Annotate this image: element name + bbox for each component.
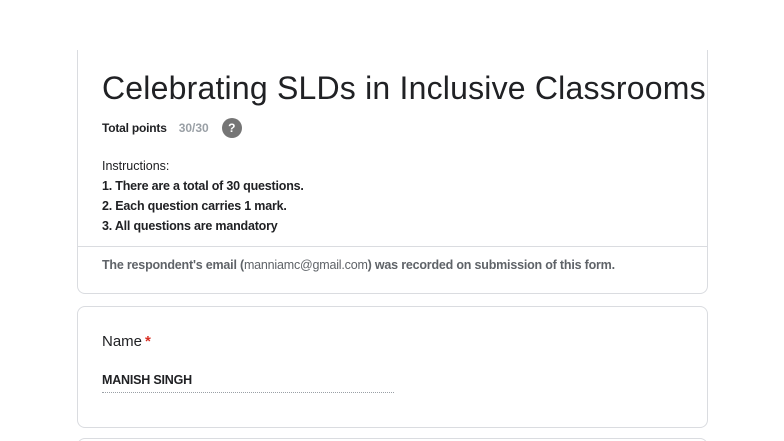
question-title: Name xyxy=(102,333,143,350)
respondent-email: manniamc@gmail.com xyxy=(243,258,368,272)
instruction-item: 2. Each question carries 1 mark. xyxy=(102,199,287,213)
email-note-prefix: The respondent's email ( xyxy=(102,258,244,272)
total-points-label: Total points xyxy=(102,121,167,135)
email-note-suffix: ) was recorded on submission of this for… xyxy=(367,258,615,272)
total-points-row: Total points 30/30 ? xyxy=(102,118,242,138)
instruction-item: 1. There are a total of 30 questions. xyxy=(102,179,304,193)
required-asterisk: * xyxy=(145,333,151,350)
header-divider xyxy=(78,246,707,247)
help-icon[interactable]: ? xyxy=(221,118,242,138)
name-answer-field: MANISH SINGH xyxy=(102,373,394,393)
form-response-page: Celebrating SLDs in Inclusive Classrooms… xyxy=(0,0,784,441)
question-label: Name * xyxy=(102,333,151,350)
instructions-heading: Instructions: xyxy=(102,159,170,173)
instructions-block: Instructions: 1. There are a total of 30… xyxy=(102,156,304,236)
form-title: Celebrating SLDs in Inclusive Classrooms xyxy=(102,70,706,106)
form-header-card: Celebrating SLDs in Inclusive Classrooms… xyxy=(77,50,708,294)
question-card-name: Name * MANISH SINGH xyxy=(77,306,708,428)
total-points-value: 30/30 xyxy=(178,121,209,135)
instruction-item: 3. All questions are mandatory xyxy=(102,219,278,233)
respondent-email-note: The respondent's email (manniamc@gmail.c… xyxy=(102,258,615,272)
